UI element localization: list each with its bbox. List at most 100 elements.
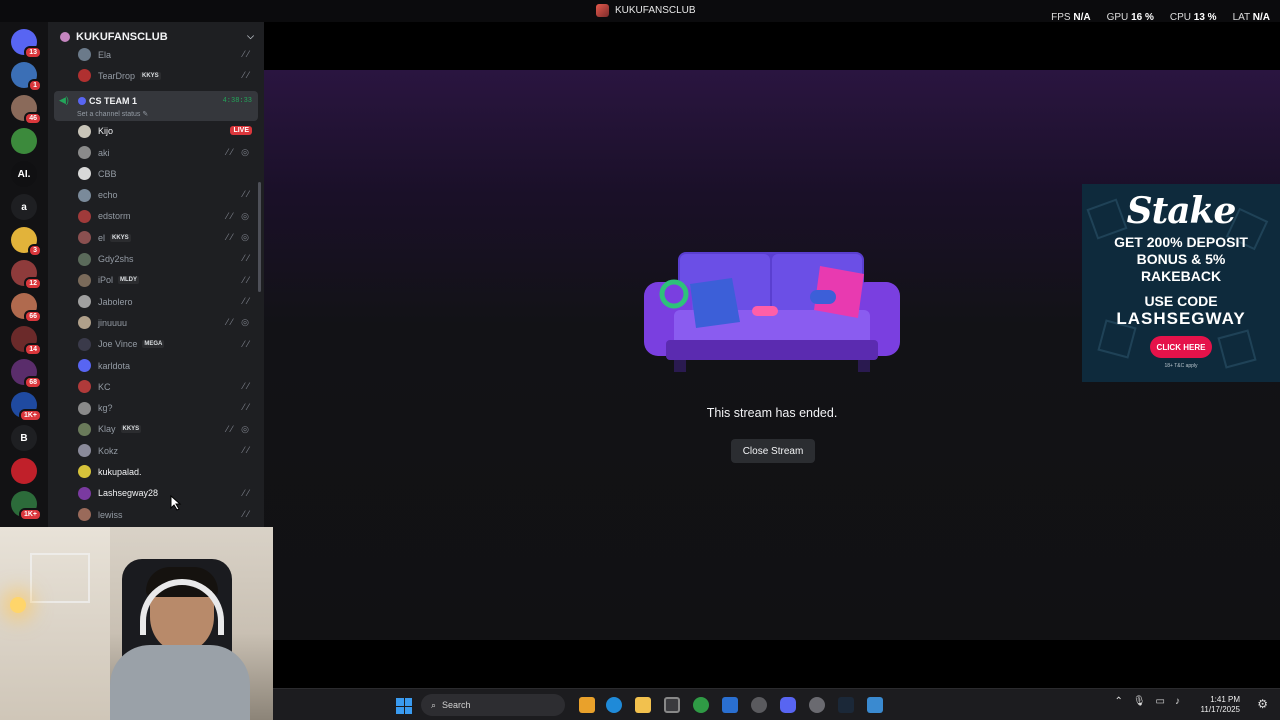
network-icon[interactable]: ▭ [1156, 696, 1165, 707]
live-badge[interactable]: LIVE [230, 125, 252, 135]
server-icon[interactable]: 1K+ [11, 392, 42, 422]
voice-member[interactable]: jinuuuu ⁄⁄ ◎ [48, 312, 264, 333]
voice-member[interactable]: Kokz ⁄⁄ [48, 440, 264, 461]
globe-icon [78, 96, 86, 105]
voice-members: Kijo LIVE aki ⁄⁄ ◎ CBB echo ⁄⁄ edstorm ⁄⁄ ◎ el KKY… [48, 121, 264, 526]
voice-member[interactable]: Klay KKYS ⁄⁄ ◎ [48, 419, 264, 440]
microphone-icon[interactable]: 🎙 [1133, 696, 1146, 707]
server-icon[interactable]: 46 [11, 95, 42, 125]
server-tag: KKYS [110, 233, 131, 242]
chrome-browser-icon[interactable] [693, 697, 709, 713]
server-icon[interactable]: AI. [11, 161, 37, 187]
chevron-up-icon[interactable]: ⌃ [1114, 696, 1122, 707]
voice-channel-cs-team-1[interactable]: ◀) CS TEAM 1 4:38:33 Set a channel statu… [54, 90, 258, 121]
volume-icon[interactable]: ♪ [1175, 696, 1180, 707]
chevron-down-icon[interactable]: ⌵ [247, 31, 254, 42]
member-name: aki [98, 147, 110, 158]
voice-member[interactable]: Gdy2shs ⁄⁄ [48, 248, 264, 269]
server-icon[interactable]: 1K+ [11, 491, 42, 521]
muted-deafened-icon: ⁄⁄ [242, 445, 252, 456]
windows-start-icon[interactable] [396, 698, 412, 714]
server-icon[interactable]: 1 [11, 62, 42, 92]
voice-member[interactable]: echo ⁄⁄ [48, 184, 264, 205]
voice-member[interactable]: Lashsegway28 ⁄⁄ [48, 483, 264, 504]
avatar [78, 380, 91, 394]
avatar [78, 359, 91, 372]
server-icon[interactable]: 66 [11, 293, 42, 323]
voice-member[interactable]: KC ⁄⁄ [48, 376, 264, 397]
settings-app-icon[interactable] [809, 697, 825, 713]
file-explorer-icon[interactable] [635, 697, 651, 713]
voice-member[interactable]: kg? ⁄⁄ [48, 397, 264, 418]
taskbar-search-label: Search [442, 700, 471, 710]
unread-badge: 12 [24, 277, 42, 290]
member-name: el [98, 232, 106, 243]
couch-illustration-icon [644, 248, 900, 376]
muted-deafened-icon: ⁄⁄ [242, 381, 252, 392]
avatar [78, 252, 91, 266]
voice-member[interactable]: aki ⁄⁄ ◎ [48, 142, 264, 163]
steam-app-icon[interactable] [838, 697, 854, 713]
server-icon[interactable]: 12 [11, 260, 42, 290]
member-name: edstorm [98, 211, 131, 222]
server-icon[interactable]: a [11, 194, 37, 220]
avatar [78, 48, 91, 62]
muted-deafened-icon: ⁄⁄ ◎ [226, 423, 252, 434]
ad-click-here-button[interactable]: CLICK HERE [1150, 336, 1212, 358]
taskbar-clock[interactable]: 1:41 PM 11/17/2025 [1201, 695, 1240, 715]
member-name: echo [98, 190, 118, 201]
edge-browser-icon[interactable] [606, 697, 622, 713]
taskbar-search[interactable]: ⌕ Search [421, 694, 565, 716]
voice-member[interactable]: CBB [48, 163, 264, 184]
sponsor-ad[interactable]: Stake GET 200% DEPOSIT BONUS & 5% RAKEBA… [1082, 184, 1280, 382]
store-app-icon[interactable] [664, 697, 680, 713]
voice-member[interactable]: kukupalad. [48, 461, 264, 482]
voice-member[interactable]: karldota [48, 355, 264, 376]
voice-member[interactable]: Jabolero ⁄⁄ [48, 291, 264, 312]
voice-member[interactable]: Kijo LIVE [48, 121, 264, 142]
voice-member[interactable]: Ela ⁄⁄ [48, 44, 264, 65]
copilot-app-icon[interactable] [579, 697, 595, 713]
unread-badge: 14 [24, 343, 42, 356]
unread-badge: 13 [24, 46, 42, 59]
avatar [78, 444, 91, 458]
server-icon[interactable] [11, 128, 37, 154]
discord-app-icon[interactable] [780, 697, 796, 713]
unread-badge: 68 [24, 376, 42, 389]
discord-home-icon[interactable]: 13 [11, 29, 42, 59]
speaker-icon: ◀) [59, 94, 69, 105]
unread-badge: 46 [24, 112, 42, 125]
member-name: lewiss [98, 509, 123, 520]
server-icon[interactable]: 3 [11, 227, 42, 257]
outlook-app-icon[interactable] [722, 697, 738, 713]
sidebar-scrollbar[interactable] [258, 182, 261, 292]
member-name: Kijo [98, 126, 114, 137]
ad-offer: GET 200% DEPOSIT BONUS & 5% RAKEBACK [1114, 234, 1248, 284]
voice-member[interactable]: iPol MLDY ⁄⁄ [48, 270, 264, 291]
voice-channel-name: CS TEAM 1 [78, 96, 137, 106]
unread-badge: 3 [28, 244, 42, 257]
avatar [78, 295, 91, 309]
voice-member[interactable]: edstorm ⁄⁄ ◎ [48, 206, 264, 227]
voice-member[interactable]: TearDrop KKYS ⁄⁄ [48, 65, 264, 86]
window-title-text: KUKUFANSCLUB [615, 5, 696, 16]
muted-deafened-icon: ⁄⁄ [242, 49, 252, 59]
server-logo-icon [596, 4, 609, 17]
server-icon[interactable]: 68 [11, 359, 42, 389]
voice-member[interactable]: Joe Vince MEGA ⁄⁄ [48, 334, 264, 355]
server-icon[interactable]: B [11, 425, 37, 451]
notification-gear-icon[interactable]: ⚙ [1257, 697, 1268, 711]
channel-status-prompt[interactable]: Set a channel status ✎ [77, 110, 148, 118]
obs-app-icon[interactable] [751, 697, 767, 713]
lamp-light [10, 597, 26, 613]
notepad-app-icon[interactable] [867, 697, 883, 713]
close-stream-button[interactable]: Close Stream [731, 439, 815, 463]
voice-member[interactable]: el KKYS ⁄⁄ ◎ [48, 227, 264, 248]
voice-member[interactable]: lewiss ⁄⁄ [48, 504, 264, 525]
server-icon[interactable] [11, 458, 37, 484]
avatar [78, 401, 91, 415]
server-tag: MLDY [118, 276, 140, 285]
avatar [78, 146, 91, 160]
server-icon[interactable]: 14 [11, 326, 42, 356]
muted-deafened-icon: ⁄⁄ [242, 487, 252, 498]
